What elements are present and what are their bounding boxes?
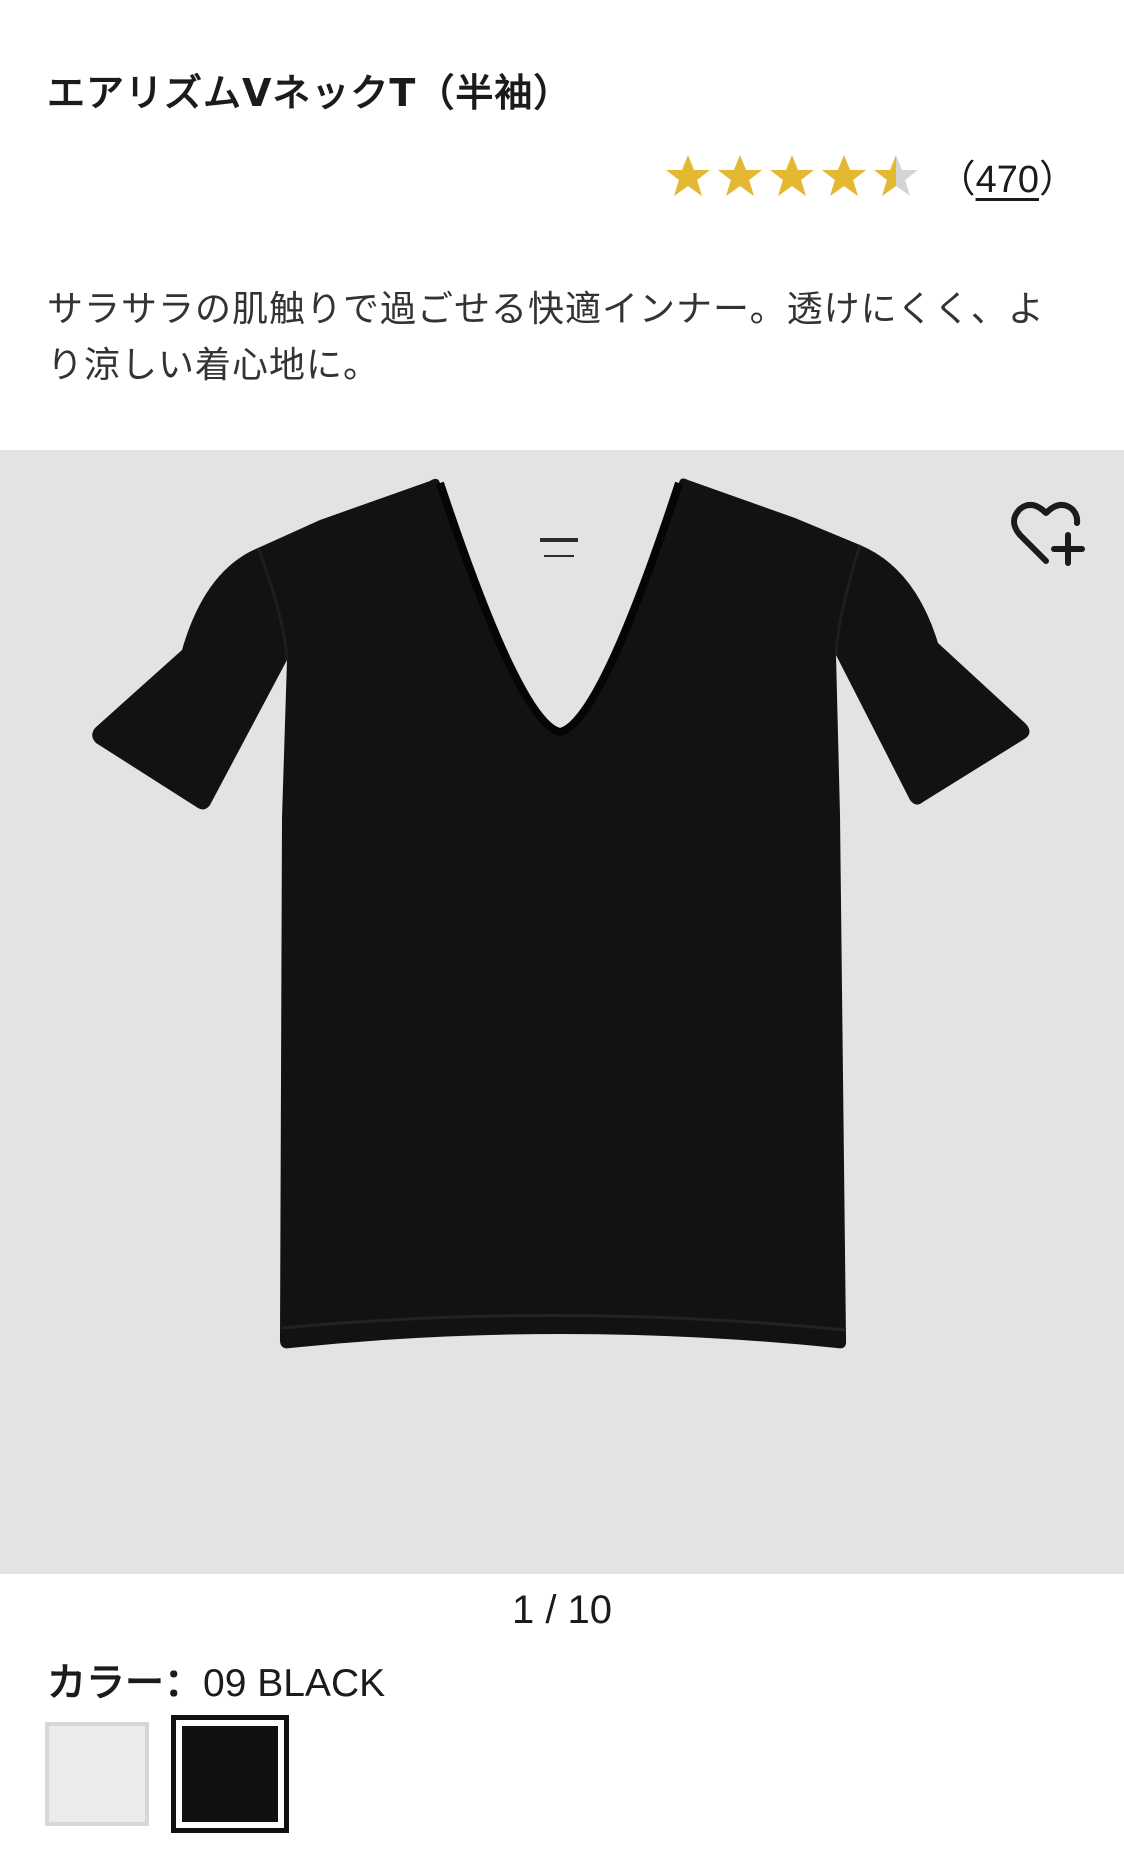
color-swatch-white[interactable]: [45, 1722, 149, 1826]
star-icon: [873, 154, 918, 196]
rating[interactable]: （470）: [664, 148, 1077, 203]
neck-label: [540, 538, 578, 542]
rating-stars: [664, 152, 920, 200]
heart-plus-icon: [1011, 501, 1085, 566]
color-swatch-black[interactable]: [171, 1715, 289, 1833]
product-title: エアリズムVネックT（半袖）: [47, 71, 573, 115]
tshirt-shape: [92, 478, 1030, 1349]
star-icon: [769, 154, 814, 196]
color-label-key: カラー：: [47, 1662, 204, 1705]
color-label: カラー：09 BLACK: [47, 1652, 385, 1708]
color-swatches: [45, 1715, 289, 1833]
review-count-open: （: [937, 159, 976, 201]
star-icon: [717, 154, 762, 196]
image-pager: 1 / 10: [511, 1588, 613, 1632]
favorite-add-button[interactable]: [1010, 495, 1086, 571]
star-icon: [821, 154, 866, 196]
review-count-number[interactable]: 470: [976, 159, 1039, 201]
review-count-close: ）: [1038, 159, 1077, 201]
color-label-value: 09 BLACK: [203, 1662, 386, 1705]
product-image: [92, 478, 1030, 1349]
neck-label-sub: [544, 555, 574, 557]
review-count[interactable]: （470）: [938, 148, 1077, 203]
color-swatch-black-fill: [182, 1726, 278, 1822]
star-icon: [665, 154, 710, 196]
product-image-gallery[interactable]: [0, 450, 1124, 1574]
product-description: サラサラの肌触りで過ごせる快適インナー。透けにくく、より涼しい着心地に。: [47, 289, 1045, 386]
